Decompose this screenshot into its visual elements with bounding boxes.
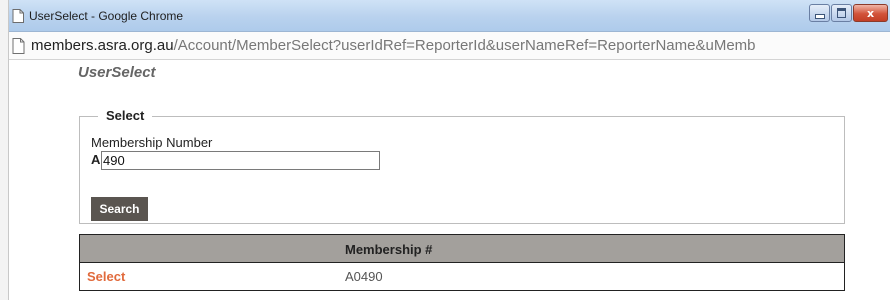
url-host: members.asra.org.au: [31, 37, 174, 54]
minimize-button[interactable]: [809, 4, 830, 22]
select-link[interactable]: Select: [87, 269, 125, 284]
address-bar[interactable]: members.asra.org.au/Account/MemberSelect…: [9, 32, 890, 60]
fieldset-legend: Select: [98, 108, 153, 123]
url-path: /Account/MemberSelect?userIdRef=Reporter…: [173, 37, 756, 54]
maximize-icon: [837, 8, 846, 18]
membership-number-label: Membership Number: [91, 135, 213, 150]
page-icon: [12, 9, 24, 28]
close-button[interactable]: x: [853, 4, 888, 22]
page-icon: [12, 38, 25, 59]
minimize-icon: [814, 13, 825, 19]
background-page-edge: [0, 0, 9, 300]
search-button[interactable]: Search: [91, 197, 148, 221]
membership-prefix: A: [91, 152, 101, 167]
window-title: UserSelect - Google Chrome: [29, 9, 184, 23]
close-icon: x: [866, 6, 875, 20]
membership-cell: A0490: [345, 269, 383, 284]
popup-window: UserSelect - Google Chrome x members.asr…: [9, 0, 890, 300]
title-bar[interactable]: UserSelect - Google Chrome x: [9, 0, 890, 32]
select-fieldset: Select Membership Number A 490 Search: [79, 108, 845, 224]
membership-number-input[interactable]: 490: [101, 151, 380, 170]
membership-column-header: Membership #: [345, 242, 433, 257]
results-table: Membership # Select A0490: [79, 234, 845, 291]
table-row: Select A0490: [80, 263, 844, 290]
maximize-button[interactable]: [831, 4, 852, 22]
page-heading: UserSelect: [78, 64, 156, 81]
url-text[interactable]: members.asra.org.au/Account/MemberSelect…: [31, 37, 756, 54]
table-header: Membership #: [80, 235, 844, 263]
page-content: UserSelect Select Membership Number A 49…: [9, 60, 890, 300]
